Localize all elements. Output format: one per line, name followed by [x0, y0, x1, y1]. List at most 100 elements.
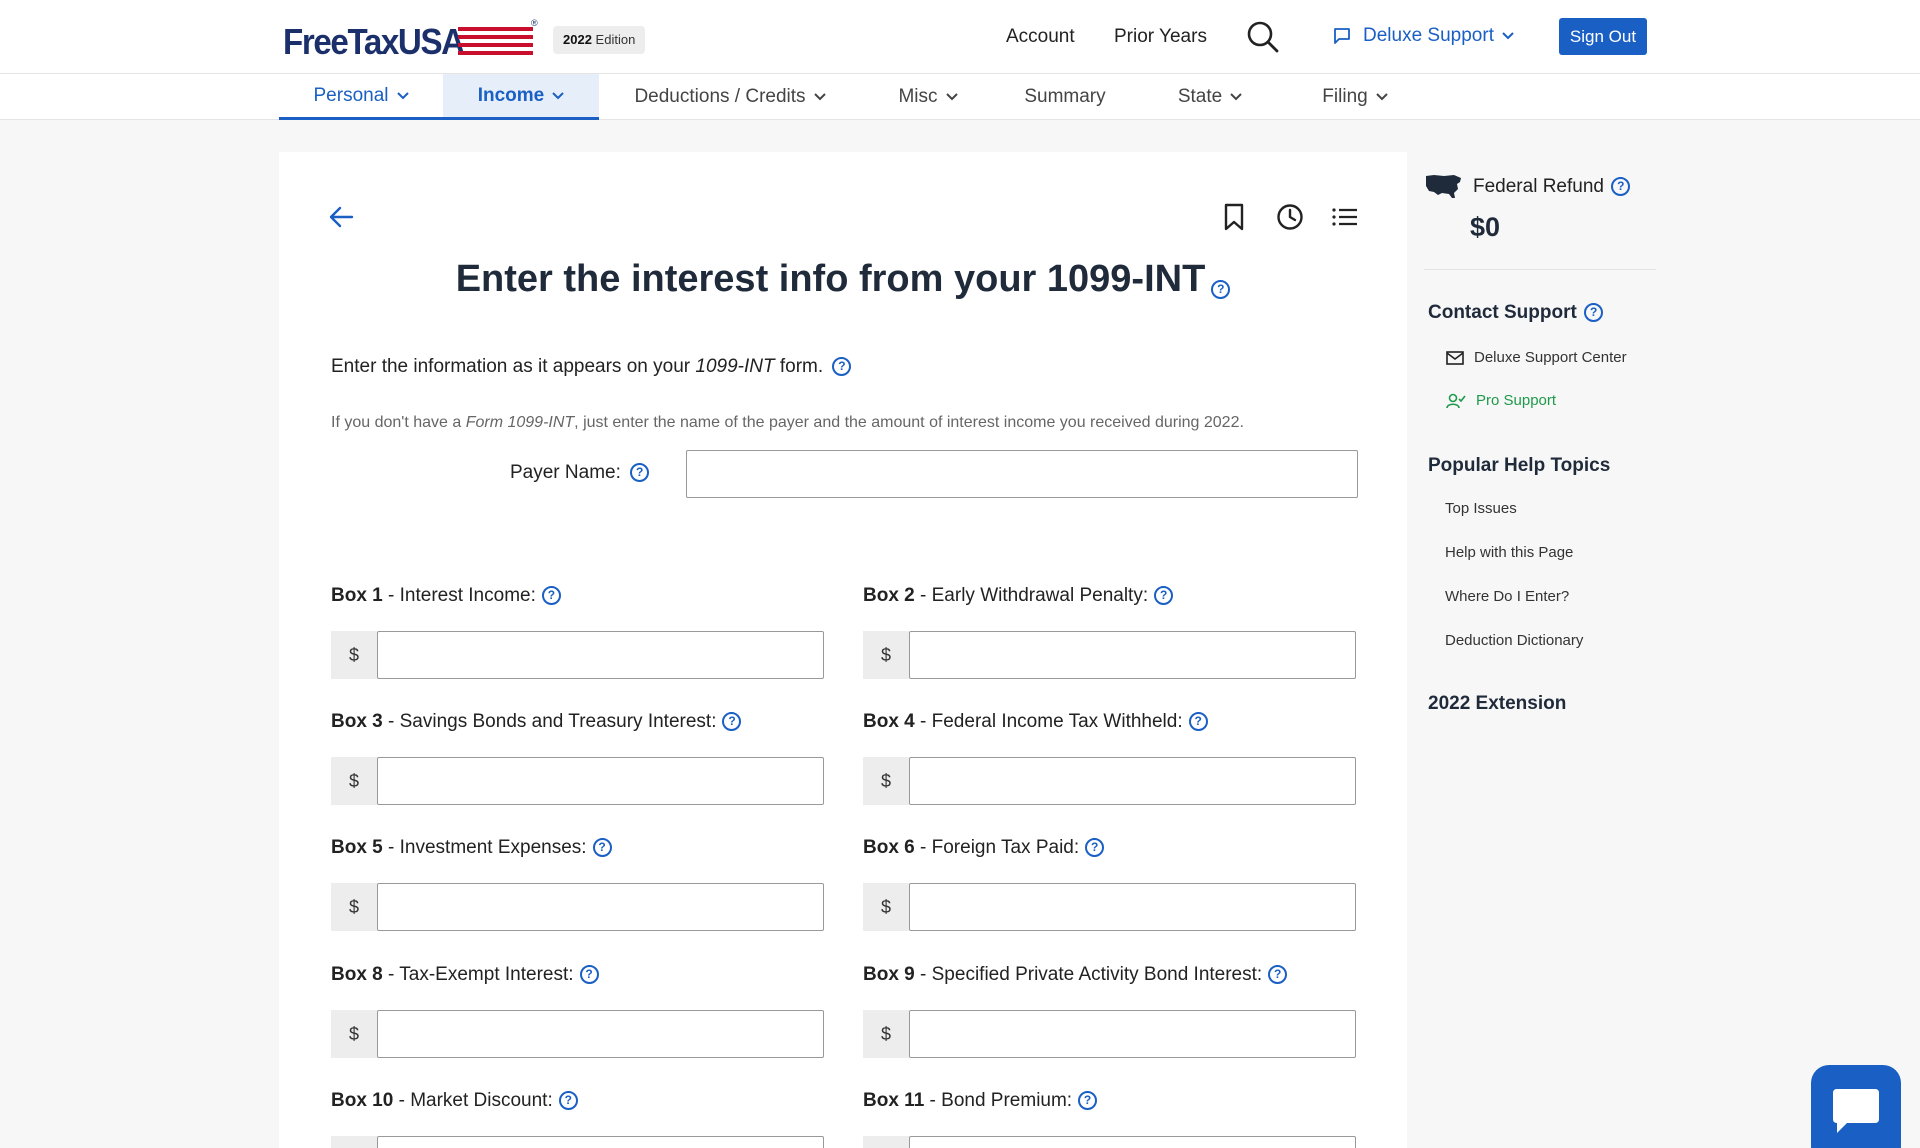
- payer-name-input[interactable]: [686, 450, 1358, 498]
- help-icon[interactable]: ?: [541, 586, 561, 606]
- bookmark-icon[interactable]: [1220, 202, 1248, 232]
- box-label-text: - Investment Expenses:: [382, 837, 587, 858]
- box-amount-input[interactable]: [377, 631, 824, 679]
- box-label-text: - Interest Income:: [382, 585, 536, 606]
- prior-years-link[interactable]: Prior Years: [1114, 26, 1207, 48]
- currency-prefix: $: [863, 757, 909, 805]
- tab-income[interactable]: Income: [443, 74, 599, 120]
- box-label-text: - Foreign Tax Paid:: [914, 837, 1080, 858]
- help-link-top-issues[interactable]: Top Issues: [1445, 500, 1517, 517]
- box-number: Box 9: [863, 964, 915, 985]
- intro-after: form.: [774, 356, 824, 377]
- chevron-down-icon: [813, 93, 826, 101]
- help-icon[interactable]: ?: [832, 357, 852, 377]
- tab-state[interactable]: State: [1160, 74, 1260, 120]
- page-title-text: Enter the interest info from your 1099-I…: [455, 258, 1206, 300]
- help-icon[interactable]: ?: [722, 712, 742, 732]
- freetaxusa-logo[interactable]: FreeTaxUSA ®: [283, 18, 538, 62]
- box-amount-input[interactable]: [377, 883, 824, 931]
- help-icon[interactable]: ?: [1268, 965, 1288, 985]
- deluxe-support-center-label: Deluxe Support Center: [1474, 349, 1627, 366]
- arrow-left-icon[interactable]: [328, 205, 354, 229]
- box-field-label: Box 6 - Foreign Tax Paid:?: [863, 837, 1105, 859]
- chat-button[interactable]: [1811, 1065, 1901, 1148]
- help-icon[interactable]: ?: [592, 838, 612, 858]
- box-label-text: - Early Withdrawal Penalty:: [914, 585, 1149, 606]
- chat-bubble-icon: [1833, 1089, 1879, 1133]
- tab-filing[interactable]: Filing: [1300, 74, 1410, 120]
- box-label-text: - Market Discount:: [393, 1090, 553, 1111]
- deluxe-support-menu[interactable]: Deluxe Support: [1333, 25, 1526, 47]
- deluxe-support-center-link[interactable]: Deluxe Support Center: [1446, 349, 1627, 366]
- box-amount-input[interactable]: [377, 757, 824, 805]
- tab-misc-label: Misc: [898, 86, 938, 107]
- chevron-down-icon: [1230, 93, 1242, 101]
- help-icon[interactable]: ?: [1211, 280, 1231, 299]
- box-amount-input[interactable]: [909, 1010, 1356, 1058]
- sign-out-button[interactable]: Sign Out: [1559, 18, 1647, 55]
- box-number: Box 4: [863, 711, 915, 732]
- tab-deductions-credits[interactable]: Deductions / Credits: [620, 74, 840, 120]
- edition-badge: 2022 Edition: [553, 26, 646, 54]
- tab-personal[interactable]: Personal: [279, 74, 443, 120]
- popular-help-topics-heading: Popular Help Topics: [1428, 455, 1611, 476]
- box-field-label: Box 2 - Early Withdrawal Penalty:?: [863, 585, 1174, 607]
- currency-prefix: $: [863, 1136, 909, 1148]
- usa-map-icon: [1426, 175, 1461, 198]
- intro-before: Enter the information as it appears on y…: [331, 356, 696, 377]
- help-link-help-with-page[interactable]: Help with this Page: [1445, 544, 1573, 561]
- box-number: Box 2: [863, 585, 915, 606]
- speech-bubble-icon: [1334, 28, 1350, 44]
- help-icon[interactable]: ?: [1188, 712, 1208, 732]
- box-field-label: Box 1 - Interest Income:?: [331, 585, 561, 607]
- payer-name-label: Payer Name: ?: [510, 462, 650, 484]
- help-icon[interactable]: ?: [630, 463, 650, 483]
- tab-filing-label: Filing: [1322, 86, 1368, 107]
- box-label-text: - Tax-Exempt Interest:: [382, 964, 574, 985]
- chevron-down-icon: [1375, 93, 1388, 101]
- account-link[interactable]: Account: [1006, 26, 1075, 48]
- box-label-text: - Savings Bonds and Treasury Interest:: [382, 711, 717, 732]
- user-check-icon: [1446, 393, 1466, 408]
- tab-misc[interactable]: Misc: [880, 74, 976, 120]
- help-icon[interactable]: ?: [1584, 303, 1604, 323]
- help-icon[interactable]: ?: [1154, 586, 1174, 606]
- sidebar-divider: [1424, 269, 1656, 270]
- currency-prefix: $: [863, 631, 909, 679]
- help-icon[interactable]: ?: [1611, 177, 1631, 197]
- tab-personal-label: Personal: [313, 84, 389, 106]
- clock-icon[interactable]: [1276, 202, 1304, 232]
- no-form-note: If you don't have a Form 1099-INT, just …: [331, 414, 1244, 432]
- help-icon[interactable]: ?: [1078, 1091, 1098, 1111]
- help-link-where-do-i-enter[interactable]: Where Do I Enter?: [1445, 588, 1569, 605]
- contact-support-heading: Contact Support ?: [1428, 302, 1604, 324]
- box-amount-input[interactable]: [377, 1136, 824, 1148]
- help-icon[interactable]: ?: [558, 1091, 578, 1111]
- extension-heading[interactable]: 2022 Extension: [1428, 693, 1566, 715]
- currency-prefix: $: [331, 631, 377, 679]
- box-amount-input[interactable]: [909, 883, 1356, 931]
- tab-summary[interactable]: Summary: [1010, 74, 1120, 120]
- tab-state-label: State: [1177, 86, 1223, 107]
- list-icon[interactable]: [1331, 202, 1359, 232]
- box-label-text: - Specified Private Activity Bond Intere…: [914, 964, 1263, 985]
- pro-support-link[interactable]: Pro Support: [1446, 392, 1556, 409]
- logo-flag-stripes-icon: [458, 27, 533, 61]
- intro-text: Enter the information as it appears on y…: [331, 356, 852, 378]
- box-amount-input[interactable]: [377, 1010, 824, 1058]
- box-amount-input[interactable]: [909, 1136, 1356, 1148]
- main-nav: Personal Income Deductions / Credits Mis…: [0, 74, 1920, 120]
- box-field-label: Box 5 - Investment Expenses:?: [331, 837, 612, 859]
- federal-refund-label: Federal Refund ?: [1473, 176, 1631, 198]
- box-amount-input[interactable]: [909, 631, 1356, 679]
- edition-year: 2022: [563, 32, 592, 47]
- search-icon[interactable]: [1246, 20, 1280, 54]
- help-icon[interactable]: ?: [579, 965, 599, 985]
- help-link-deduction-dictionary[interactable]: Deduction Dictionary: [1445, 632, 1583, 649]
- edition-label: Edition: [595, 32, 636, 47]
- box-number: Box 10: [331, 1090, 394, 1111]
- deluxe-support-label: Deluxe Support: [1363, 25, 1494, 46]
- help-icon[interactable]: ?: [1085, 838, 1105, 858]
- currency-prefix: $: [331, 757, 377, 805]
- box-amount-input[interactable]: [909, 757, 1356, 805]
